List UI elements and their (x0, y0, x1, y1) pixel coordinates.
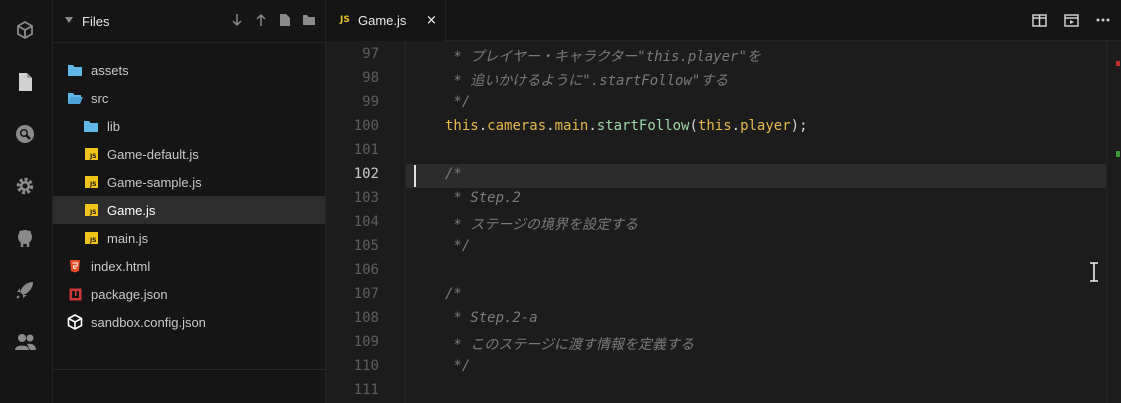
code-line: this.cameras.main.startFollow(this.playe… (445, 118, 808, 134)
tree-item-index-html[interactable]: index.html (53, 252, 325, 280)
line-number: 98 (362, 70, 379, 86)
folder-open-icon (67, 90, 83, 106)
line-number: 110 (353, 358, 379, 374)
js-icon: JS (83, 146, 99, 162)
explorer-header: Files (53, 0, 325, 43)
line-number: 108 (353, 310, 379, 326)
tree-item-assets[interactable]: assets (53, 56, 325, 84)
code-line: /* (445, 286, 462, 302)
more-options-icon[interactable] (1095, 12, 1111, 28)
code-line: * Step.2-a (445, 310, 538, 326)
live-icon[interactable] (13, 330, 37, 354)
tree-item-game-sample-js[interactable]: JS Game-sample.js (53, 168, 325, 196)
js-icon: JS (83, 230, 99, 246)
folder-icon (67, 62, 83, 78)
error-marker (1116, 61, 1120, 66)
code-line: */ (445, 94, 471, 110)
settings-icon[interactable] (13, 174, 37, 198)
sort-up-icon[interactable] (253, 12, 269, 28)
tree-item-label: main.js (107, 230, 149, 246)
code-line: * 追いかけるように".startFollow"する (445, 73, 729, 89)
current-line-highlight (406, 164, 1121, 188)
collapse-caret-icon[interactable] (65, 17, 73, 23)
line-number: 106 (353, 262, 379, 278)
code-line: * ステージの境界を設定する (445, 217, 639, 233)
code-line: /* (445, 166, 462, 182)
explorer-title: Files (82, 14, 110, 29)
code-line: * このステージに渡す情報を定義する (445, 337, 695, 353)
close-icon[interactable]: × (426, 13, 437, 28)
tab-title: Game.js (358, 13, 407, 28)
preview-icon[interactable] (1063, 12, 1079, 28)
line-number-gutter: 97 98 99 100 101 102 103 104 105 106 107… (326, 41, 406, 403)
project-icon[interactable] (13, 18, 37, 42)
new-folder-icon[interactable] (301, 12, 317, 28)
editor-tab-bar: JS Game.js × (326, 0, 1121, 41)
npm-icon (67, 286, 83, 302)
tree-item-label: src (91, 90, 109, 106)
tree-item-package-json[interactable]: package.json (53, 280, 325, 308)
activity-bar (0, 0, 53, 403)
text-cursor-i-beam-icon (1089, 262, 1099, 282)
line-number: 100 (353, 118, 379, 134)
github-icon[interactable] (13, 226, 37, 250)
tree-item-label: package.json (91, 286, 168, 302)
folder-icon (83, 118, 99, 134)
line-number: 104 (353, 214, 379, 230)
file-explorer: Files assets src lib JS Game-default.js … (53, 0, 326, 403)
line-number: 105 (353, 238, 379, 254)
new-file-icon[interactable] (277, 12, 293, 28)
line-number: 107 (353, 286, 379, 302)
tree-item-main-js[interactable]: JS main.js (53, 224, 325, 252)
line-number: 109 (353, 334, 379, 350)
tree-item-label: Game-sample.js (107, 174, 202, 190)
tree-item-label: Game.js (107, 202, 156, 218)
js-icon: JS (340, 15, 350, 25)
tab-game-js[interactable]: JS Game.js × (326, 0, 446, 41)
line-number: 99 (362, 94, 379, 110)
tree-item-label: lib (107, 118, 121, 134)
code-line: * Step.2 (445, 190, 521, 206)
files-icon[interactable] (13, 70, 37, 94)
line-number-current: 102 (353, 166, 379, 182)
deploy-icon[interactable] (13, 278, 37, 302)
tree-item-src[interactable]: src (53, 84, 325, 112)
line-number: 103 (353, 190, 379, 206)
tree-item-label: sandbox.config.json (91, 314, 206, 330)
tree-item-game-default-js[interactable]: JS Game-default.js (53, 140, 325, 168)
tree-item-label: index.html (91, 258, 151, 274)
line-number: 101 (353, 142, 379, 158)
change-marker (1116, 151, 1120, 157)
split-view-icon[interactable] (1031, 12, 1047, 28)
explorer-divider (53, 369, 325, 370)
code-line: */ (445, 238, 471, 254)
html5-icon (67, 258, 83, 274)
search-icon[interactable] (13, 122, 37, 146)
overview-ruler[interactable] (1106, 41, 1121, 403)
tree-item-label: assets (91, 62, 129, 78)
line-number: 111 (353, 382, 379, 398)
tree-item-game-js[interactable]: JS Game.js (53, 196, 325, 224)
code-editor[interactable]: 97 98 99 100 101 102 103 104 105 106 107… (326, 41, 1121, 403)
tree-item-sandbox-config-json[interactable]: sandbox.config.json (53, 308, 325, 336)
js-icon: JS (83, 174, 99, 190)
line-number: 97 (362, 46, 379, 62)
code-line: * プレイヤー・キャラクター"this.player"を (445, 49, 761, 65)
js-icon: JS (83, 202, 99, 218)
text-cursor (414, 165, 416, 187)
sort-down-icon[interactable] (229, 12, 245, 28)
codesandbox-icon (67, 314, 83, 330)
code-line: */ (445, 358, 471, 374)
tree-item-lib[interactable]: lib (53, 112, 325, 140)
tree-item-label: Game-default.js (107, 146, 199, 162)
